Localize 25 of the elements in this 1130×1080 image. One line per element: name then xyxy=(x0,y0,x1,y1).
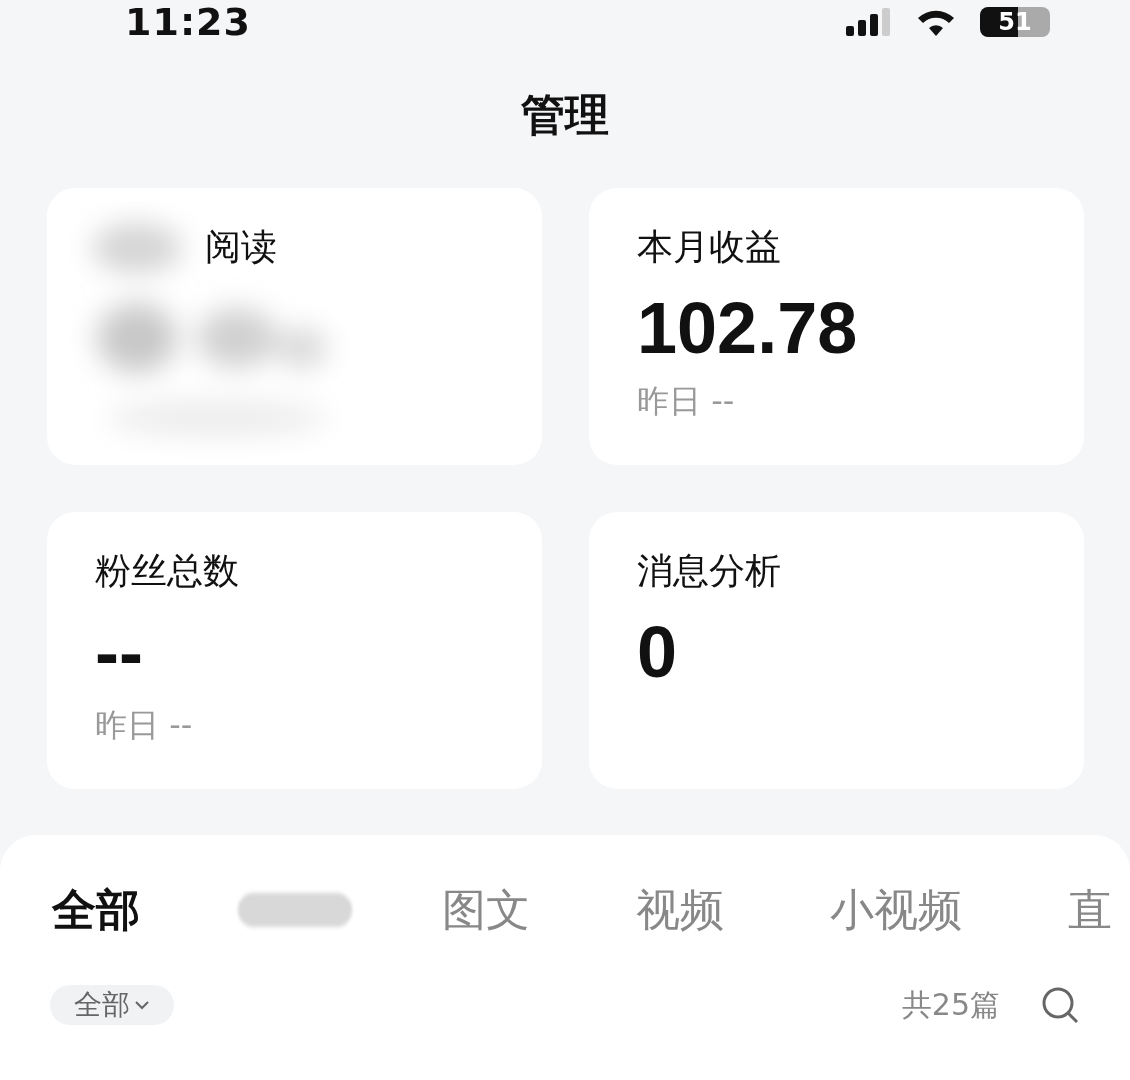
card-subtitle: 昨日 -- xyxy=(95,705,194,746)
stat-card[interactable]: 粉丝总数 -- 昨日 -- xyxy=(47,512,542,789)
category-tab[interactable]: 全部 xyxy=(52,888,140,932)
signal-icon xyxy=(846,8,892,36)
category-tab[interactable]: 直 xyxy=(1068,888,1112,932)
card-value: -- xyxy=(95,611,144,694)
filter-dropdown[interactable]: 全部 xyxy=(50,985,174,1025)
category-tab[interactable]: 视频 xyxy=(636,888,724,932)
card-label: 粉丝总数 xyxy=(95,549,240,593)
category-tab[interactable]: 图文 xyxy=(442,888,530,932)
page-title: 管理 xyxy=(520,88,610,142)
card-value: 0 xyxy=(637,611,679,694)
stat-card[interactable]: 本月收益 102.78 昨日 -- xyxy=(589,188,1084,465)
stat-card[interactable]: 阅读 xyxy=(47,188,542,465)
card-value: 102.78 xyxy=(637,287,859,370)
status-time: 11:23 xyxy=(125,0,251,44)
chevron-icon xyxy=(134,1000,150,1010)
card-label: 阅读 xyxy=(204,225,278,269)
card-label: 消息分析 xyxy=(637,549,782,593)
category-tab[interactable]: 小视频 xyxy=(830,888,962,932)
stat-card[interactable]: 消息分析 0 xyxy=(589,512,1084,789)
search-icon[interactable] xyxy=(1040,985,1080,1025)
card-subtitle: 昨日 -- xyxy=(637,381,736,422)
card-label: 本月收益 xyxy=(637,225,782,269)
article-count: 共25篇 xyxy=(901,985,1000,1024)
